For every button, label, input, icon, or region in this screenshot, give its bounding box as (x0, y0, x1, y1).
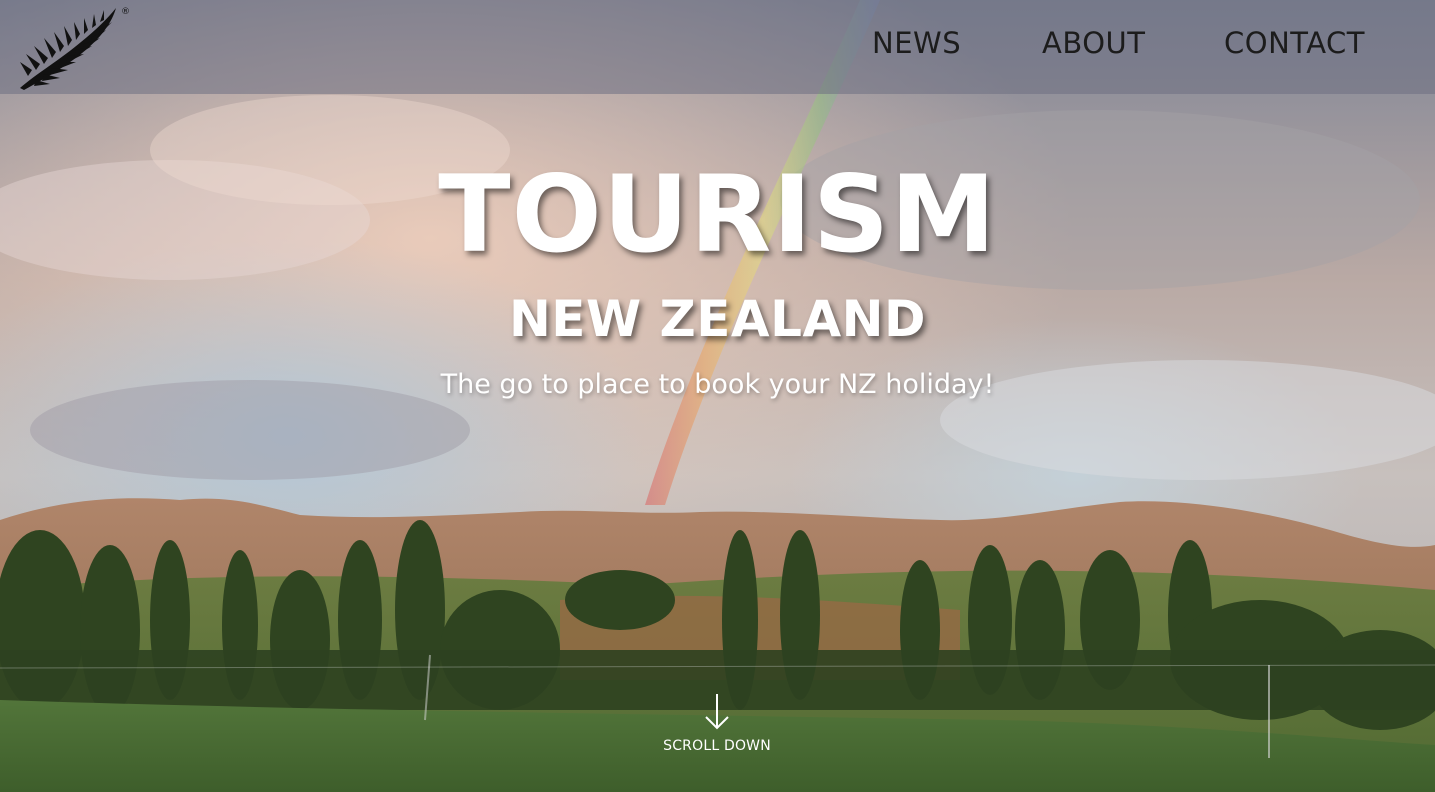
hero-subtitle: NEW ZEALAND (508, 290, 927, 348)
logo[interactable]: ® (16, 4, 134, 90)
nav-link-contact[interactable]: CONTACT (1224, 26, 1365, 60)
hero-tagline: The go to place to book your NZ holiday! (440, 369, 995, 400)
scroll-down-button[interactable]: SCROLL DOWN (617, 690, 817, 770)
trademark-mark: ® (121, 7, 130, 17)
hero-section: ® NEWS ABOUT CONTACT TOURISM NEW ZEALAND… (0, 0, 1435, 792)
scroll-down-label: SCROLL DOWN (663, 738, 771, 754)
top-navbar: ® NEWS ABOUT CONTACT (0, 0, 1435, 94)
nav-link-news[interactable]: NEWS (872, 26, 961, 60)
silver-fern-icon: ® (20, 7, 130, 90)
hero-title: TOURISM (438, 153, 997, 276)
nav-link-about[interactable]: ABOUT (1042, 26, 1146, 60)
arrow-down-icon (705, 694, 729, 730)
